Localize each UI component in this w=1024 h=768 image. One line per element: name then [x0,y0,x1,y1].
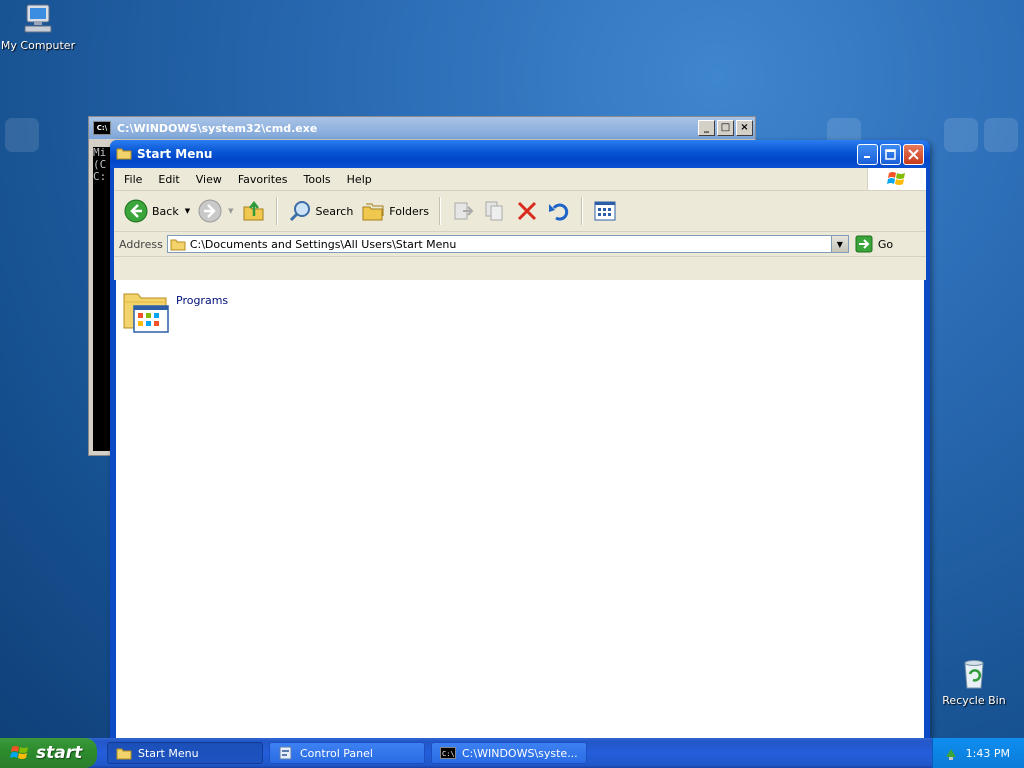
views-button[interactable] [589,197,621,225]
control-panel-icon [279,746,292,760]
desktop-icon-label: My Computer [0,39,76,52]
toolbar-separator [275,197,278,225]
clock[interactable]: 1:43 PM [966,747,1010,760]
folder-icon [116,146,132,163]
system-tray: 1:43 PM [932,738,1024,768]
menu-help[interactable]: Help [339,173,380,186]
move-to-button[interactable] [447,197,479,225]
copy-to-button[interactable] [479,197,511,225]
taskbar-button-start-menu[interactable]: Start Menu [107,742,263,764]
svg-text:C:\: C:\ [442,750,455,758]
explorer-window[interactable]: Start Menu File Edit View Favorites Tool… [110,140,930,738]
up-folder-icon [243,200,263,221]
search-icon [289,201,310,222]
desktop-tile [984,118,1018,152]
copy-to-icon [485,201,503,221]
forward-arrow-icon [198,199,222,223]
menu-tools[interactable]: Tools [296,173,339,186]
cmd-close-button[interactable]: × [736,120,753,136]
cmd-title: C:\WINDOWS\system32\cmd.exe [117,121,318,135]
menu-favorites[interactable]: Favorites [230,173,296,186]
cmd-icon: C:\ [440,747,456,759]
taskbar: start Start Menu Control Panel C:\ C:\WI… [0,738,1024,768]
menu-view[interactable]: View [188,173,230,186]
back-label: Back [152,204,179,218]
desktop-icon-label: Recycle Bin [942,694,1006,707]
start-label: start [36,743,83,763]
recycle-bin-icon [957,657,991,691]
folder-icon [116,748,132,760]
search-button[interactable]: Search [284,197,358,225]
close-button[interactable] [903,143,924,165]
folder-item-programs[interactable]: Programs [122,286,228,334]
undo-button[interactable] [543,197,575,225]
windows-logo-icon [10,746,28,759]
folders-icon [362,203,384,221]
folder-content-area[interactable]: Programs [114,280,926,738]
forward-button[interactable]: ▼ [194,197,237,225]
maximize-button[interactable] [880,143,901,165]
menu-bar: File Edit View Favorites Tools Help [114,168,926,191]
folder-item-label: Programs [176,293,229,307]
toolbar-separator [439,197,442,225]
taskbar-button-control-panel[interactable]: Control Panel [269,742,425,764]
taskbar-button-label: Control Panel [300,746,373,760]
toolbar-separator [581,197,584,225]
menu-file[interactable]: File [116,173,150,186]
go-arrow-icon [855,235,873,253]
search-label: Search [315,204,354,218]
dropdown-arrow-icon[interactable]: ▼ [185,207,190,215]
taskbar-button-label: C:\WINDOWS\syste... [462,746,578,760]
up-folder-button[interactable] [238,197,270,225]
cmd-maximize-button[interactable]: □ [717,120,734,136]
toolbar: Back ▼ ▼ Search Folders [114,191,926,232]
explorer-body: File Edit View Favorites Tools Help Back… [114,168,926,738]
address-dropdown-button[interactable]: ▼ [830,236,848,252]
address-bar: Address C:\Documents and Settings\All Us… [114,232,926,257]
folders-label: Folders [389,204,430,218]
address-value: C:\Documents and Settings\All Users\Star… [189,237,457,251]
back-arrow-icon [124,199,148,223]
start-button[interactable]: start [0,738,97,768]
desktop-tile [944,118,978,152]
my-computer-icon [21,2,55,36]
desktop-icon-my-computer[interactable]: My Computer [0,2,78,52]
cmd-titlebar[interactable]: C:\ C:\WINDOWS\system32\cmd.exe _ □ × [89,117,755,139]
cmd-minimize-button[interactable]: _ [698,120,715,136]
minimize-icon [863,156,870,158]
close-icon [908,148,919,160]
taskbar-button-cmd[interactable]: C:\ C:\WINDOWS\syste... [431,742,587,764]
back-button[interactable]: Back ▼ [120,197,194,225]
move-to-icon [454,202,474,220]
undo-icon [549,203,569,221]
windows-logo-icon [867,168,926,190]
maximize-icon [885,148,896,160]
window-title: Start Menu [137,147,213,161]
cmd-app-icon: C:\ [93,121,111,135]
folder-icon [170,239,186,251]
folders-button[interactable]: Folders [357,197,433,225]
desktop-tile [5,118,39,152]
programs-folder-icon [123,293,169,333]
delete-button[interactable] [511,197,543,225]
go-label: Go [877,237,894,251]
desktop-icon-recycle-bin[interactable]: Recycle Bin [934,657,1014,707]
taskbar-button-label: Start Menu [138,746,199,760]
minimize-button[interactable] [857,143,878,165]
dropdown-arrow-icon[interactable]: ▼ [228,207,233,215]
address-input[interactable]: C:\Documents and Settings\All Users\Star… [166,235,849,253]
safely-remove-hardware-icon[interactable] [943,745,959,761]
menu-edit[interactable]: Edit [150,173,187,186]
delete-icon [517,201,537,221]
address-label: Address [119,237,163,251]
explorer-titlebar[interactable]: Start Menu [110,140,930,168]
views-icon [594,201,616,221]
go-button[interactable]: Go [855,235,893,253]
